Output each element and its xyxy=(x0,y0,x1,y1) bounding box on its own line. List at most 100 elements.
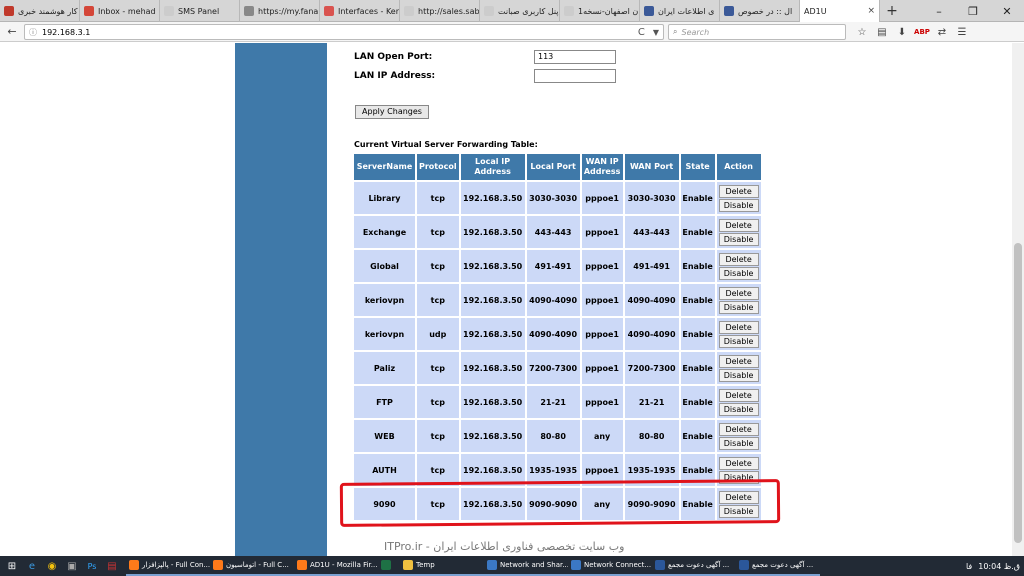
reading-list-icon[interactable]: ▤ xyxy=(872,24,892,40)
app-icon[interactable]: ▣ xyxy=(64,558,80,574)
wan-port-cell: 7200-7300 xyxy=(624,352,679,384)
tab-item[interactable]: Inbox - mehad xyxy=(80,0,160,22)
delete-button[interactable]: Delete xyxy=(718,354,759,368)
taskbar-task[interactable] xyxy=(378,556,400,576)
local-ip-cell: 192.168.3.50 xyxy=(460,216,525,248)
taskbar-task[interactable]: Temp xyxy=(400,556,484,576)
taskbar-task-label: Temp xyxy=(416,561,435,569)
close-window-icon[interactable]: ✕ xyxy=(990,0,1024,22)
app-icon[interactable]: ▤ xyxy=(104,558,120,574)
taskbar-task-label: Network and Shar... xyxy=(500,561,568,569)
lan-ip-input[interactable] xyxy=(534,69,616,83)
search-icon: ⌕ xyxy=(673,27,678,36)
taskbar-task[interactable]: Network and Shar... xyxy=(484,556,568,576)
address-bar[interactable]: ⓘ 192.168.3.1 C ▼ xyxy=(24,24,664,40)
local-port-cell: 4090-4090 xyxy=(526,318,580,350)
watermark-text: ITPro.ir - وب سایت تخصصی فناوری اطلاعات … xyxy=(384,540,625,553)
app-icon xyxy=(129,560,139,570)
tab-item[interactable]: کار هوشمند خبری xyxy=(0,0,80,22)
table-row: keriovpn tcp 192.168.3.50 4090-4090 pppoe1 40… xyxy=(354,284,761,316)
maximize-icon[interactable]: ❐ xyxy=(956,0,990,22)
table-row: Global tcp 192.168.3.50 491-491 pppoe1 491-49… xyxy=(354,250,761,282)
local-port-cell: 4090-4090 xyxy=(526,284,580,316)
delete-button[interactable]: Delete xyxy=(718,422,759,436)
column-header: Local IP Address xyxy=(460,154,525,180)
photoshop-icon[interactable]: Ps xyxy=(84,558,100,574)
tab-label: https://my.fana xyxy=(258,6,319,16)
server-name-cell: Paliz xyxy=(354,352,415,384)
wan-ip-cell: pppoe1 xyxy=(581,216,623,248)
tab-item[interactable]: ی اطلاعات ایران xyxy=(640,0,720,22)
disable-button[interactable]: Disable xyxy=(718,368,759,382)
windows-start-icon[interactable]: ⊞ xyxy=(4,558,20,574)
reload-icon[interactable]: C xyxy=(638,27,645,38)
server-name-cell: Library xyxy=(354,182,415,214)
delete-button[interactable]: Delete xyxy=(718,218,759,232)
adblock-icon[interactable]: ABP xyxy=(912,24,932,40)
taskbar-task[interactable]: آگهی دعوت مجمع ... xyxy=(652,556,736,576)
tab-item[interactable]: ال :: در خصوص xyxy=(720,0,800,22)
language-indicator[interactable]: فا xyxy=(966,562,972,571)
tab-label: AD1U xyxy=(804,6,827,16)
state-cell: Enable xyxy=(680,352,715,384)
delete-button[interactable]: Delete xyxy=(718,184,759,198)
back-arrow-icon[interactable]: ← xyxy=(4,24,20,40)
column-header: ServerName xyxy=(354,154,415,180)
protocol-cell: tcp xyxy=(417,216,459,248)
download-icon[interactable]: ⬇ xyxy=(892,24,912,40)
disable-button[interactable]: Disable xyxy=(718,300,759,314)
edge-icon[interactable]: e xyxy=(24,558,40,574)
delete-button[interactable]: Delete xyxy=(718,286,759,300)
taskbar-task[interactable]: آگهی دعوت مجمع ... xyxy=(736,556,820,576)
taskbar-task[interactable]: پالپزافزار - Full Con... xyxy=(126,556,210,576)
sync-icon[interactable]: ⇄ xyxy=(932,24,952,40)
navigation-bar: ← ⓘ 192.168.3.1 C ▼ ⌕ Search ☆ ▤ ⬇ ABP ⇄… xyxy=(0,22,1024,42)
wan-ip-cell: pppoe1 xyxy=(581,250,623,282)
clock[interactable]: 10:04 ق.ظ xyxy=(978,562,1020,571)
new-tab-button[interactable]: + xyxy=(880,0,904,22)
close-tab-icon[interactable]: × xyxy=(867,6,875,16)
delete-button[interactable]: Delete xyxy=(718,388,759,402)
disable-button[interactable]: Disable xyxy=(718,436,759,450)
app-icon xyxy=(739,560,749,570)
scrollbar[interactable] xyxy=(1012,43,1024,556)
info-icon[interactable]: ⓘ xyxy=(29,27,37,38)
disable-button[interactable]: Disable xyxy=(718,232,759,246)
delete-button[interactable]: Delete xyxy=(718,320,759,334)
toolbar-icons: ☆ ▤ ⬇ ABP ⇄ ☰ xyxy=(852,24,972,40)
taskbar-task[interactable]: Network Connect... xyxy=(568,556,652,576)
page-icon xyxy=(564,6,574,16)
apply-changes-button[interactable]: Apply Changes xyxy=(355,105,429,119)
tab-item[interactable]: https://my.fana xyxy=(240,0,320,22)
minimize-icon[interactable]: – xyxy=(922,0,956,22)
tab-item[interactable]: http://sales.saban xyxy=(400,0,480,22)
delete-button[interactable]: Delete xyxy=(718,456,759,470)
server-name-cell: Exchange xyxy=(354,216,415,248)
chrome-icon[interactable]: ◉ xyxy=(44,558,60,574)
scrollbar-thumb[interactable] xyxy=(1014,243,1022,543)
lan-open-port-input[interactable]: 113 xyxy=(534,50,616,64)
tab-item[interactable]: ستان اصفهان-نسخه1 xyxy=(560,0,640,22)
action-cell: Delete Disable xyxy=(716,352,761,384)
tab-item[interactable]: SMS Panel xyxy=(160,0,240,22)
disable-button[interactable]: Disable xyxy=(718,198,759,212)
taskbar-task[interactable]: اتوماسیون - Full C... xyxy=(210,556,294,576)
column-header: WAN Port xyxy=(624,154,679,180)
disable-button[interactable]: Disable xyxy=(718,334,759,348)
dropdown-icon[interactable]: ▼ xyxy=(653,28,659,37)
delete-button[interactable]: Delete xyxy=(718,252,759,266)
disable-button[interactable]: Disable xyxy=(718,402,759,416)
menu-icon[interactable]: ☰ xyxy=(952,24,972,40)
search-input[interactable]: ⌕ Search xyxy=(668,24,846,40)
tab-item[interactable]: Interfaces - Ker xyxy=(320,0,400,22)
tab-active[interactable]: AD1U × xyxy=(800,0,880,22)
tab-item[interactable]: پنل کاربری صبانت xyxy=(480,0,560,22)
disable-button[interactable]: Disable xyxy=(718,266,759,280)
taskbar-task[interactable]: AD1U - Mozilla Fir... xyxy=(294,556,378,576)
tab-label: ی اطلاعات ایران xyxy=(658,6,715,16)
url-text: 192.168.3.1 xyxy=(42,27,91,37)
local-ip-cell: 192.168.3.50 xyxy=(460,420,525,452)
table-body: Library tcp 192.168.3.50 3030-3030 pppoe1 303… xyxy=(354,182,761,520)
tab-label: http://sales.saban xyxy=(418,6,480,16)
bookmark-star-icon[interactable]: ☆ xyxy=(852,24,872,40)
